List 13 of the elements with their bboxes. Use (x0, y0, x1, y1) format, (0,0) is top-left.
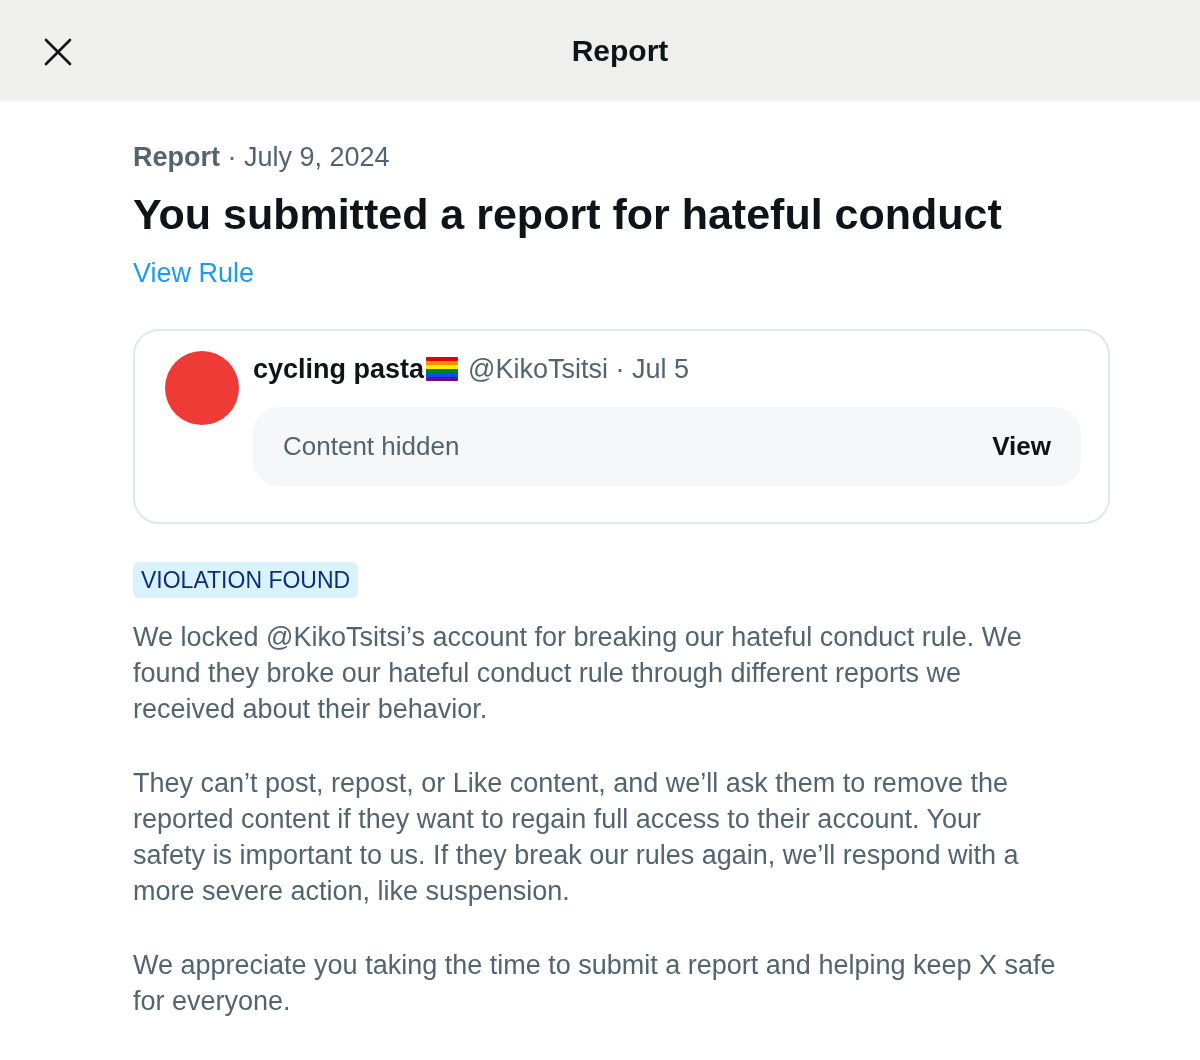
body-paragraph: They can’t post, repost, or Like content, and we’ll ask them to remove the reported content if they want to regain full access to their account. Your safety is important to us. If they break our rules again, we’ll respond with a more severe action, like suspension. (133, 767, 1020, 908)
display-name: cycling pasta (253, 352, 425, 386)
content-hidden-notice: Content hidden (283, 430, 460, 463)
header-title: Report (571, 33, 669, 69)
view-button[interactable]: View (992, 427, 1051, 466)
violation-badge: VIOLATION FOUND (133, 562, 359, 598)
body-paragraph: We locked @KikoTsitsi’s account for breaking our hateful conduct rule. We found they broke our hateful conduct rule through different reports we received about their behavior. (133, 621, 1023, 726)
body-paragraph: We appreciate you taking the time to submit a report and helping keep X safe for everyone. (133, 949, 1057, 1018)
close-icon (44, 38, 72, 66)
report-meta: Report · July 9, 2024 (133, 141, 390, 174)
report-title: You submitted a report for hateful conduct (133, 189, 1002, 239)
rainbow-flag-icon (426, 357, 459, 381)
post-meta: @KikoTsitsi · Jul 5 (468, 352, 690, 386)
